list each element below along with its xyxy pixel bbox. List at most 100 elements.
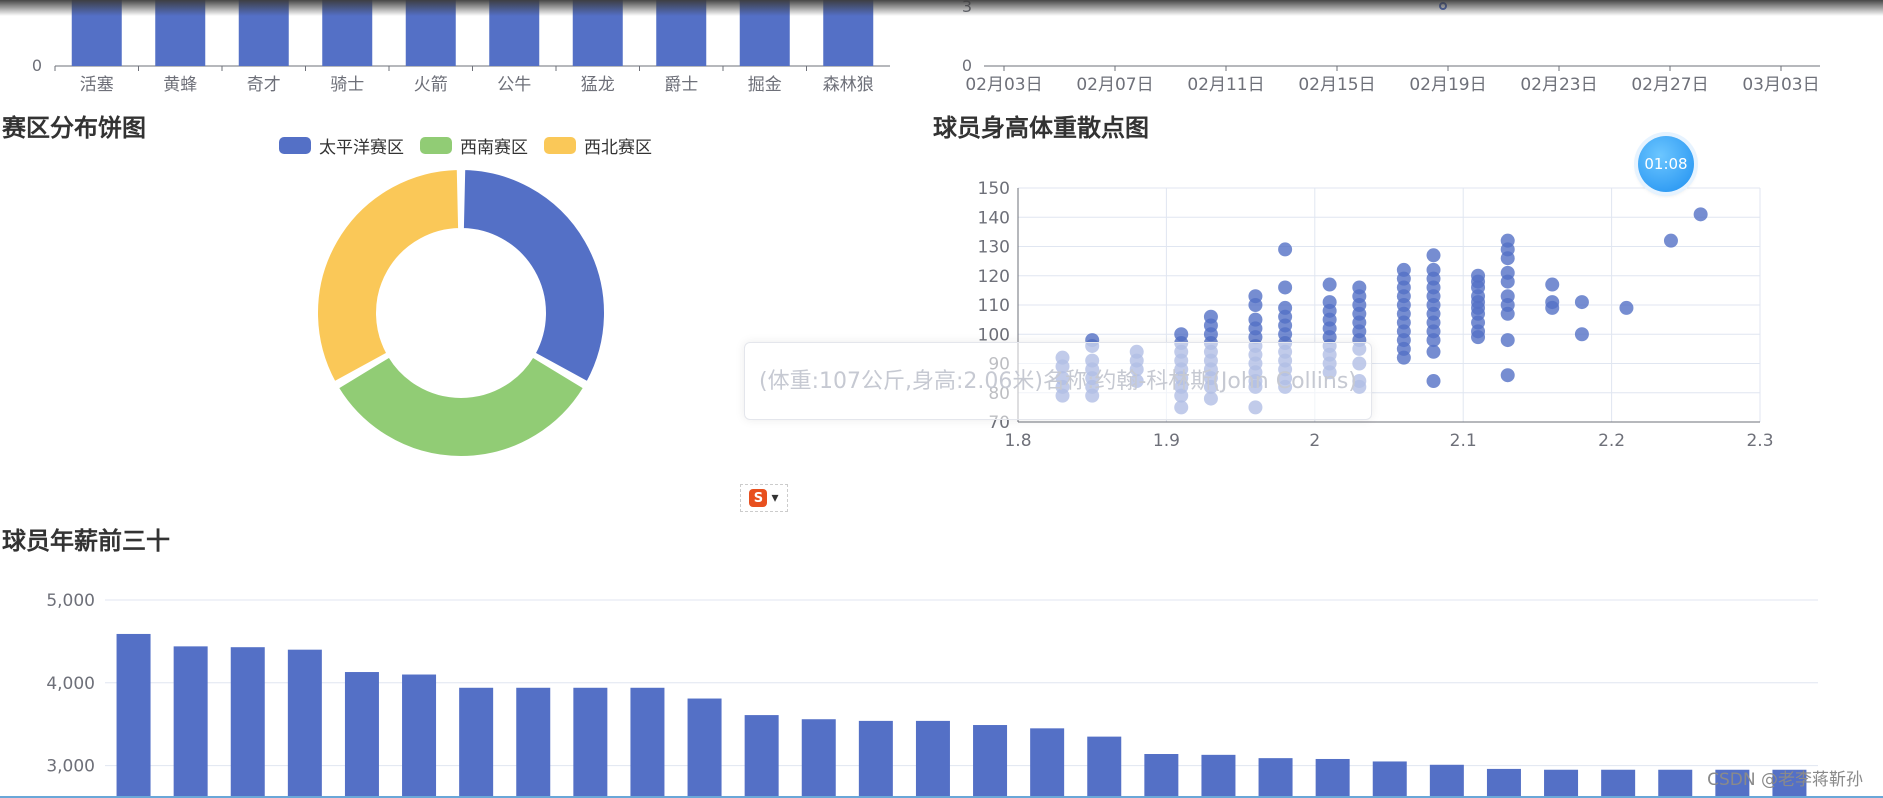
y-tick-label: 150: [978, 179, 1010, 199]
bar: [973, 725, 1008, 798]
bar: [801, 719, 836, 798]
bar: [1429, 764, 1464, 798]
scatter-point: [1500, 333, 1515, 348]
y-tick-label: 4,000: [46, 674, 95, 694]
pie-slice: [316, 168, 461, 384]
pie-slice: [336, 355, 586, 458]
legend-item[interactable]: 西南赛区: [420, 133, 528, 158]
scatter-point: [1545, 277, 1560, 292]
scatter-point: [1545, 300, 1560, 315]
scatter-tooltip: (体重:107公斤,身高:2.06米)名称:约翰-科林斯(John Collin…: [744, 342, 1372, 420]
bar: [230, 647, 265, 798]
scatter-point: [1278, 280, 1293, 295]
y-tick-label: 130: [978, 238, 1010, 258]
bar: [1315, 758, 1350, 798]
bar: [287, 649, 322, 798]
bar: [402, 674, 437, 798]
pie-chart: [316, 168, 606, 458]
bar: [173, 646, 208, 798]
pie-chart-title: 赛区分布饼图: [2, 114, 146, 142]
scatter-point: [1663, 233, 1678, 248]
bar: [573, 687, 608, 798]
ime-logo-icon: S: [749, 489, 768, 507]
salary-chart-title: 球员年薪前三十: [2, 527, 170, 555]
y-tick-label: 110: [978, 296, 1010, 316]
scatter-point: [1248, 298, 1263, 312]
legend-swatch: [279, 137, 311, 154]
legend-item[interactable]: 太平洋赛区: [279, 133, 404, 158]
scatter-point: [1426, 344, 1441, 359]
legend-item[interactable]: 西北赛区: [544, 133, 652, 158]
x-tick-label: 活塞: [80, 75, 114, 95]
bar: [915, 720, 950, 798]
x-tick-label: 猛龙: [581, 75, 615, 95]
bar: [1372, 761, 1407, 798]
timer-bubble[interactable]: 01:08: [1638, 136, 1694, 192]
x-tick-label: 公牛: [497, 75, 531, 95]
bar: [1144, 754, 1179, 798]
x-tick-label: 02月19日: [1409, 75, 1486, 95]
y-tick-label: 0: [962, 56, 972, 75]
scatter-point: [1693, 207, 1708, 222]
x-tick-label: 2.3: [1746, 431, 1773, 451]
bar: [1486, 768, 1521, 798]
legend-swatch: [544, 137, 576, 154]
csdn-watermark: CSDN @老李蒋靳孙: [1707, 770, 1863, 790]
x-tick-label: 02月07日: [1076, 75, 1153, 95]
bar: [1030, 728, 1065, 798]
x-tick-label: 森林狼: [823, 75, 874, 95]
scatter-point: [1500, 306, 1515, 321]
x-tick-label: 1.9: [1153, 431, 1180, 451]
scatter-point: [1500, 251, 1515, 266]
bar: [630, 687, 665, 798]
legend-label: 太平洋赛区: [319, 138, 404, 158]
x-tick-label: 黄蜂: [163, 75, 197, 95]
x-tick-label: 03月03日: [1742, 75, 1819, 95]
x-tick-label: 掘金: [748, 75, 782, 95]
x-tick-label: 骑士: [330, 75, 364, 95]
y-tick-label: 5,000: [46, 591, 95, 611]
bar: [344, 672, 379, 798]
x-tick-label: 02月23日: [1520, 75, 1597, 95]
scatter-chart-title: 球员身高体重散点图: [933, 114, 1149, 142]
x-tick-label: 2: [1309, 431, 1320, 451]
bar: [459, 687, 494, 798]
x-tick-label: 02月15日: [1298, 75, 1375, 95]
scatter-point: [1426, 248, 1441, 263]
bar: [1087, 736, 1122, 798]
legend-label: 西南赛区: [460, 138, 528, 158]
x-tick-label: 火箭: [414, 75, 448, 95]
x-tick-label: 1.8: [1004, 431, 1031, 451]
legend-label: 西北赛区: [584, 138, 652, 158]
bar: [1601, 769, 1636, 798]
scatter-point: [1500, 368, 1515, 383]
bar: [744, 715, 779, 798]
bar: [858, 720, 893, 798]
y-tick-label: 3,000: [46, 757, 95, 777]
y-tick-label: 140: [978, 208, 1010, 228]
scatter-point: [1396, 350, 1411, 365]
x-tick-label: 奇才: [247, 75, 281, 95]
chevron-down-icon: ▾: [771, 490, 779, 506]
bar: [1658, 769, 1693, 798]
bar: [116, 633, 151, 798]
bar: [516, 687, 551, 798]
y-tick-label: 120: [978, 267, 1010, 287]
bar: [1258, 758, 1293, 798]
scatter-point: [1574, 327, 1589, 342]
scatter-point: [1500, 274, 1515, 289]
top-shadow: [0, 0, 1883, 16]
bar: [1201, 754, 1236, 798]
scatter-point: [1278, 242, 1293, 257]
legend-swatch: [420, 137, 452, 154]
scatter-point: [1574, 295, 1589, 310]
x-tick-label: 02月11日: [1187, 75, 1264, 95]
scatter-point: [1471, 330, 1486, 345]
salary-chart: 5,000 4,000 3,000: [46, 591, 1818, 798]
ime-toolbar[interactable]: S ▾: [740, 484, 788, 512]
bar: [687, 698, 722, 798]
scatter-point: [1619, 300, 1634, 315]
x-tick-label: 爵士: [664, 75, 698, 95]
x-tick-label: 02月03日: [965, 75, 1042, 95]
y-tick-label: 0: [32, 56, 42, 75]
